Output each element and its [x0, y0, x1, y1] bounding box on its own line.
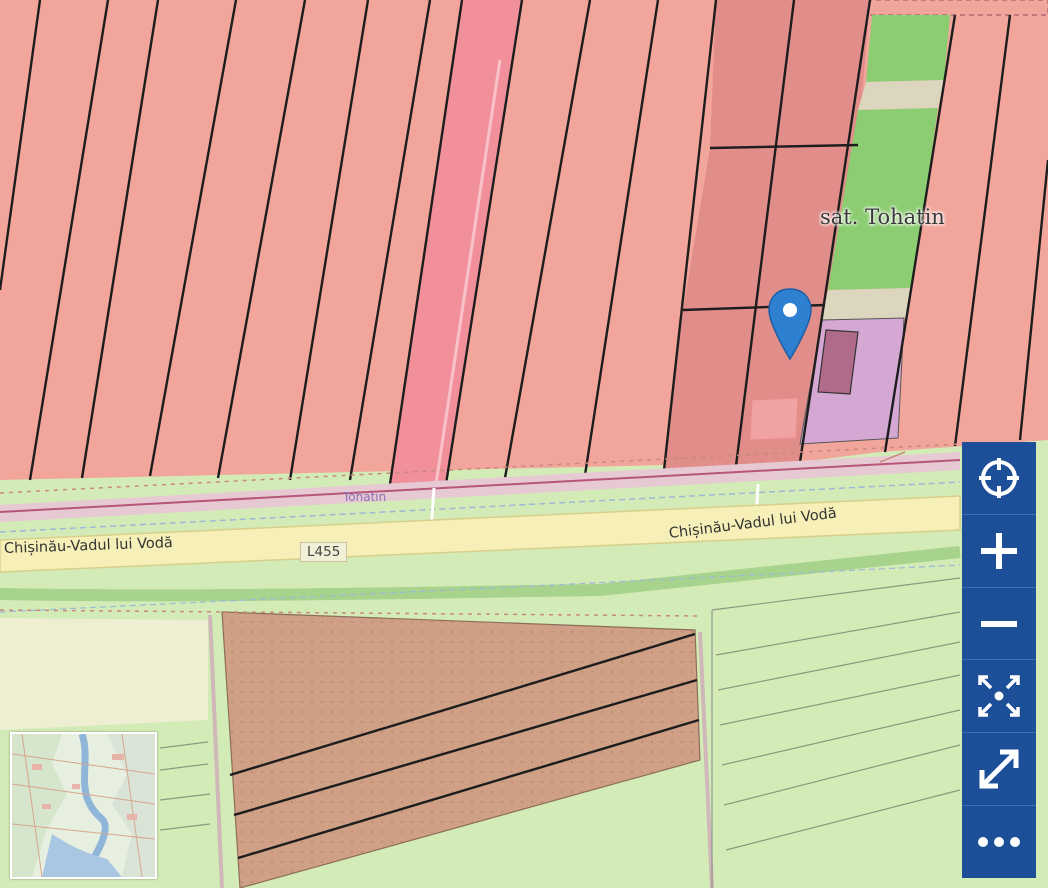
road-ref-shield: L455 — [300, 542, 348, 562]
beige-strip-2 — [822, 288, 912, 320]
expand-arrows-icon — [979, 749, 1019, 789]
place-label: sat. Tohatin — [820, 205, 945, 229]
locate-button[interactable] — [962, 442, 1036, 515]
crosshair-icon — [979, 457, 1019, 498]
overview-map[interactable] — [10, 732, 157, 879]
green-strip-1 — [866, 15, 950, 82]
overview-map-image — [12, 734, 155, 877]
zoom-out-button[interactable] — [962, 588, 1036, 661]
location-marker-icon[interactable] — [766, 287, 814, 361]
small-square — [749, 397, 799, 441]
fit-extent-button[interactable] — [962, 660, 1036, 734]
zoom-in-button[interactable] — [962, 515, 1036, 588]
fullscreen-button[interactable] — [962, 733, 1036, 807]
village-label: Tohatin — [343, 490, 387, 504]
map-canvas[interactable] — [0, 0, 1048, 888]
map-control-bar — [962, 442, 1036, 878]
map-view[interactable]: sat. Tohatin Tohatin Chișinău-Vadul lui … — [0, 0, 1048, 888]
more-button[interactable] — [962, 806, 1036, 878]
beige-strip-1 — [858, 80, 944, 110]
ellipsis-icon — [978, 837, 1020, 848]
minus-icon — [981, 620, 1017, 627]
collapse-arrows-icon — [978, 675, 1020, 718]
plus-icon — [981, 532, 1017, 569]
parcel-dark-1 — [710, 0, 870, 148]
